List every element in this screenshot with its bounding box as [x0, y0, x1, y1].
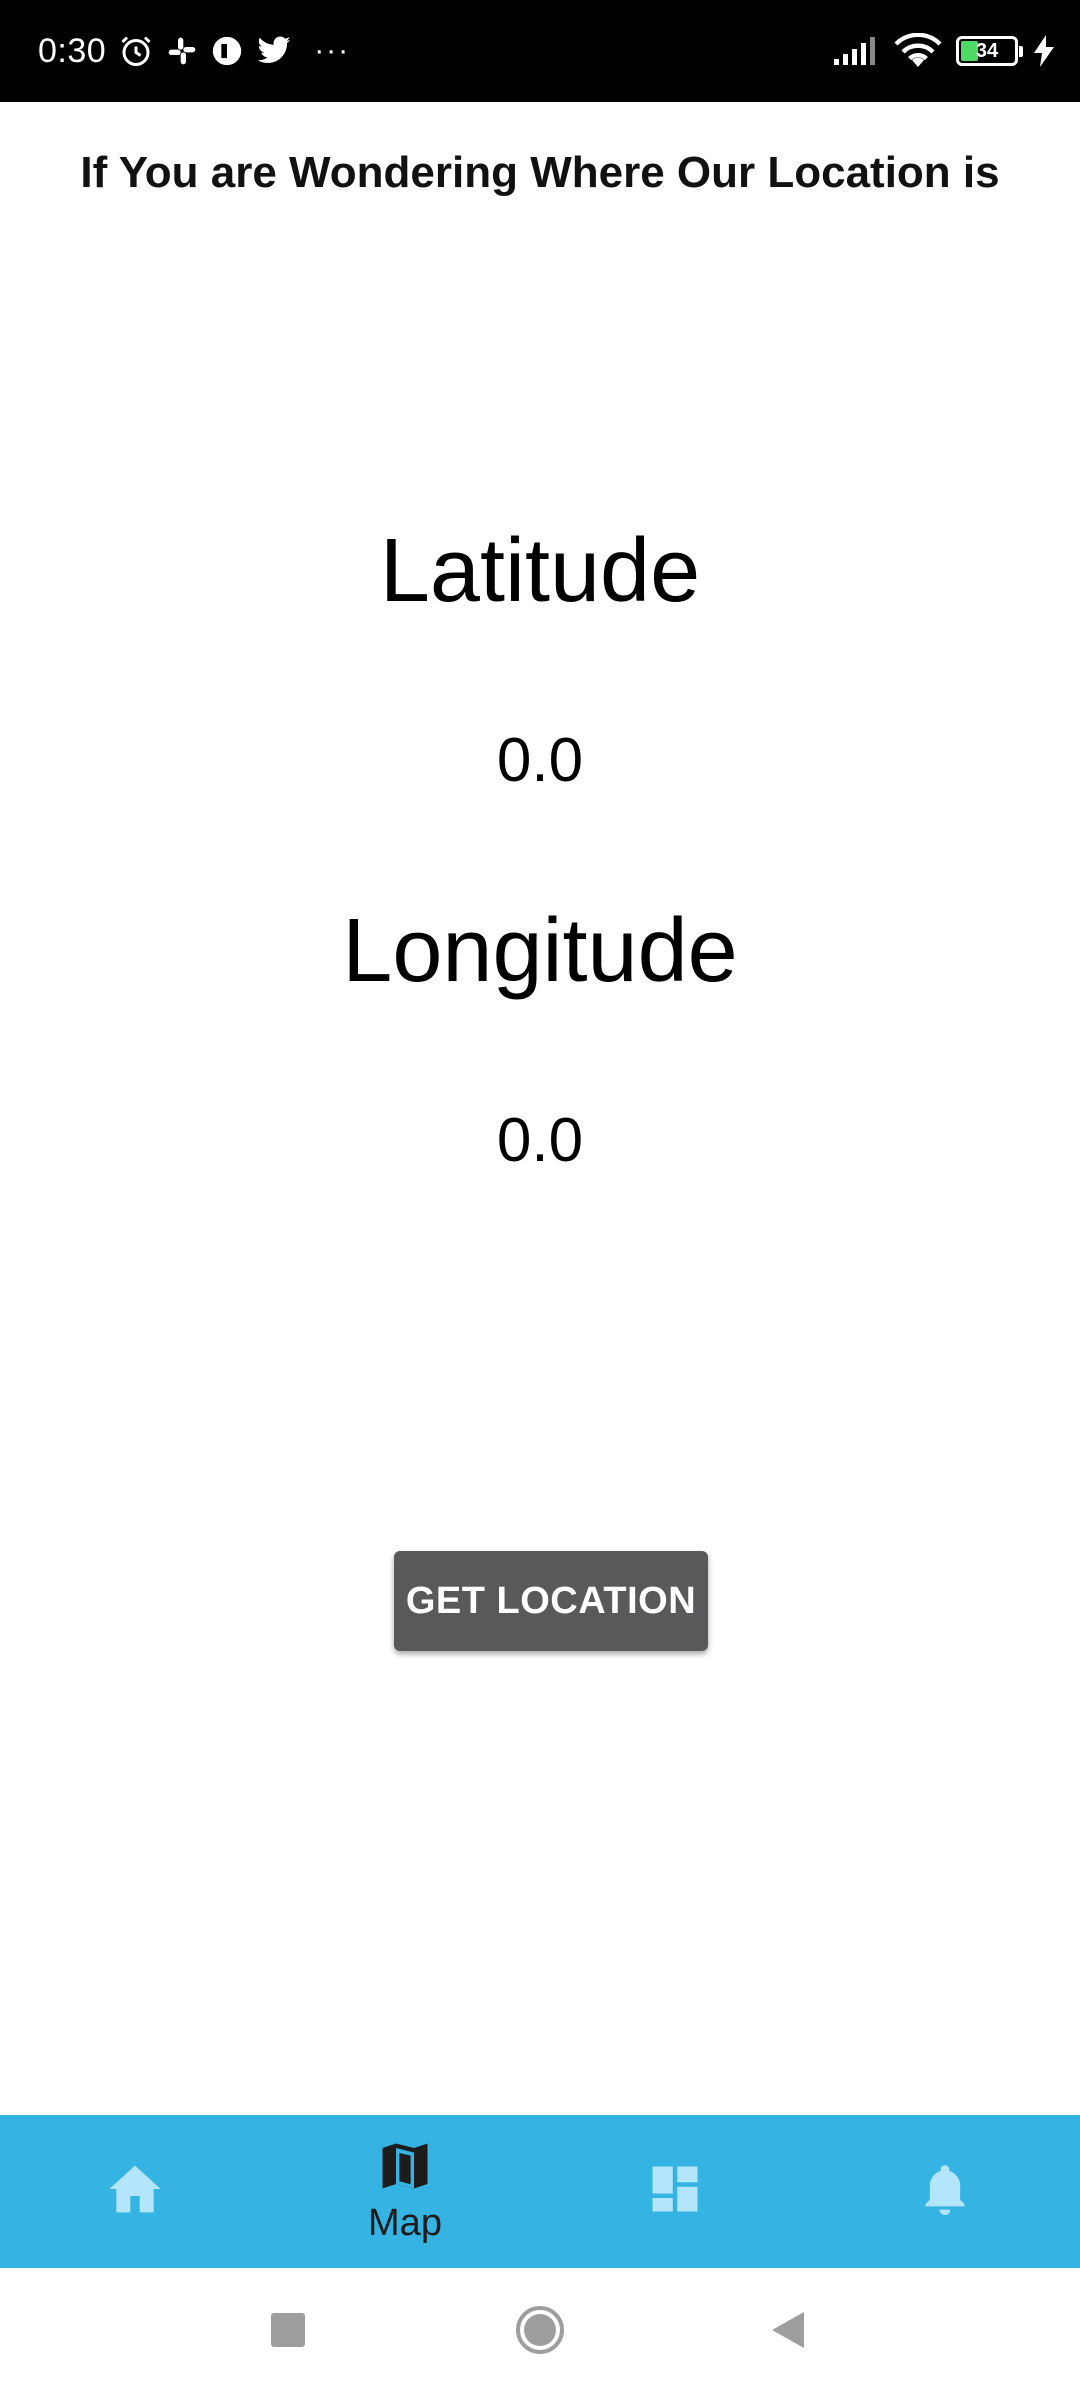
status-right: 34 — [820, 33, 1054, 69]
alarm-icon — [118, 33, 154, 69]
longitude-label: Longitude — [342, 901, 738, 1001]
slack-icon — [166, 35, 198, 67]
bottom-nav: Map — [0, 2115, 1080, 2268]
bell-icon — [919, 2160, 971, 2223]
nav-item-map[interactable]: Map — [270, 2115, 540, 2268]
status-bar: 0:30 ··· 34 — [0, 0, 1080, 102]
wifi-icon — [894, 33, 942, 69]
nav-item-dashboard[interactable] — [540, 2115, 810, 2268]
recents-square-icon[interactable] — [268, 2308, 308, 2352]
charging-icon — [1034, 35, 1054, 67]
get-location-button[interactable]: GET LOCATION — [394, 1551, 708, 1651]
latitude-label: Latitude — [379, 521, 701, 621]
system-nav — [0, 2268, 1080, 2400]
app-icon — [210, 34, 244, 68]
nav-item-notifications[interactable] — [810, 2115, 1080, 2268]
page-title: If You are Wondering Where Our Location … — [80, 148, 1000, 197]
status-time: 0:30 — [38, 31, 107, 70]
twitter-icon — [256, 35, 292, 67]
back-triangle-icon[interactable] — [768, 2308, 808, 2352]
battery-level: 34 — [975, 39, 999, 62]
nav-item-home[interactable] — [0, 2115, 270, 2268]
more-icon: ··· — [314, 34, 351, 67]
dashboard-icon — [648, 2162, 702, 2221]
home-icon — [107, 2163, 163, 2220]
battery-icon: 34 — [956, 36, 1023, 66]
home-circle-icon[interactable] — [514, 2304, 566, 2356]
latitude-value: 0.0 — [496, 726, 584, 795]
map-icon — [378, 2139, 432, 2198]
status-left: 0:30 ··· — [38, 32, 350, 71]
longitude-value: 0.0 — [496, 1106, 584, 1175]
nav-label-map: Map — [368, 2201, 442, 2244]
signal-icon — [832, 35, 882, 67]
